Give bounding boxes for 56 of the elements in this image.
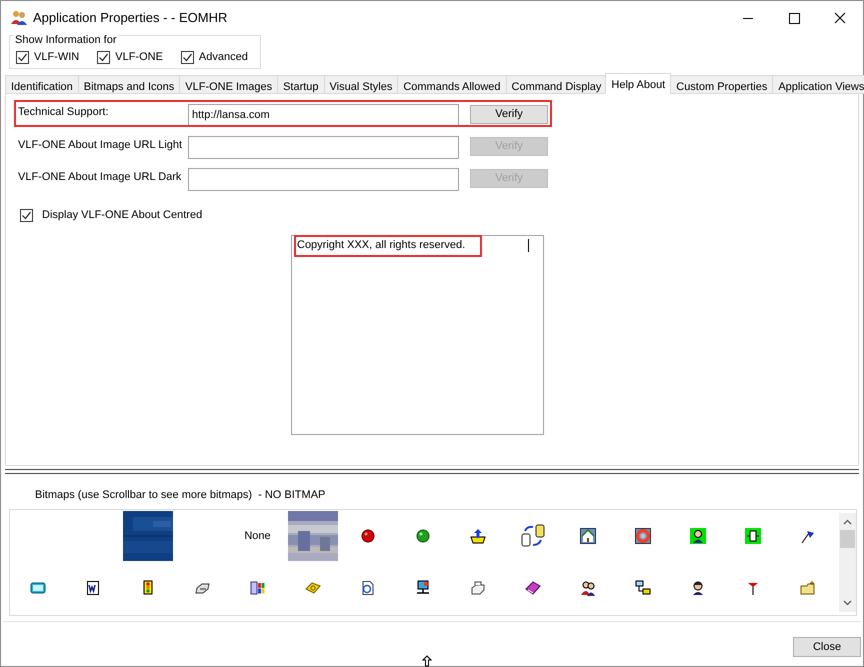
network-icon[interactable] [634,580,650,596]
checkbox[interactable] [180,50,194,64]
field-label: VLF-ONE About Image URL Light [18,138,184,153]
scrollbar[interactable] [839,512,856,612]
section-label: Bitmaps (use Scrollbar to see more bitmaps) - NO BITMAP [35,488,326,503]
database-sync-icon[interactable] [520,524,544,548]
tab[interactable]: Startup [277,75,324,94]
verify-button[interactable]: Verify [470,105,548,124]
house-icon[interactable] [580,528,596,544]
field-label: Technical Support: [18,105,110,120]
scroll-up-icon[interactable] [843,518,852,524]
scroll-down-icon[interactable] [843,600,852,606]
text-area[interactable]: Copyright XXX, all rights reserved. [291,234,544,434]
person-icon[interactable] [690,528,706,544]
checkbox[interactable] [16,50,29,64]
scroll-thumb[interactable] [840,530,855,548]
book-icon[interactable] [524,580,540,596]
ball-icon[interactable] [414,528,430,544]
checkbox-label: VLF-WIN [34,50,80,65]
text-area-value: Copyright XXX, all rights reserved. [297,238,466,252]
lifebuoy-icon[interactable] [634,528,650,544]
people-icon[interactable] [580,580,596,596]
phone-icon[interactable] [304,580,320,596]
checkbox-label: VLF-ONE [115,50,163,65]
tab[interactable]: Command Display [506,75,606,94]
window-title: Application Properties - - EOMHR [33,9,228,28]
people-icon [11,10,27,26]
tab[interactable]: VLF-ONE Images [179,75,278,94]
field-label: VLF-ONE About Image URL Dark [18,170,182,185]
tab[interactable]: Commands Allowed [397,75,506,94]
ball-icon[interactable] [360,528,376,544]
input-field[interactable]: http://lansa.com [188,104,459,127]
calculator-icon[interactable] [30,580,46,596]
bitmap-label: None [244,528,271,544]
checkbox[interactable] [20,208,33,222]
close-button[interactable]: Close [793,637,861,657]
printer-icon[interactable] [470,580,486,596]
tray-arrow-icon[interactable] [470,528,486,544]
checkbox[interactable] [97,50,110,64]
document-icon[interactable] [360,580,376,596]
computer-icon[interactable] [414,580,430,596]
tab[interactable]: Identification [5,75,78,94]
input-field[interactable] [188,168,459,191]
input-field[interactable] [188,136,459,159]
tab[interactable]: Custom Properties [670,75,772,94]
text-cursor [528,238,529,252]
tab[interactable]: Bitmaps and Icons [78,75,180,94]
checkbox-label: Advanced [198,50,248,65]
tab[interactable]: Help About [605,73,672,94]
grid-icon[interactable] [250,580,266,596]
plug-icon[interactable] [744,528,760,544]
document-icon[interactable] [84,580,100,596]
checkbox-label: Display VLF-ONE About Centred [42,208,202,223]
folder-icon[interactable] [800,580,816,596]
tab[interactable]: Application Views [772,75,864,94]
tab[interactable]: Visual Styles [324,75,398,94]
